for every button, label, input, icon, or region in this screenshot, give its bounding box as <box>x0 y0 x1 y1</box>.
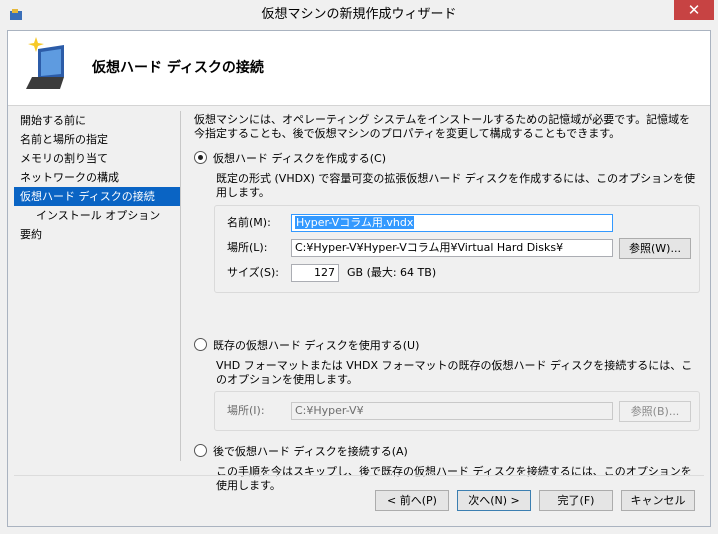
vhd-name-input[interactable]: Hyper-Vコラム用.vhdx <box>291 214 613 232</box>
create-vhd-label: 仮想ハード ディスクを作成する(C) <box>213 152 386 165</box>
nav-step-connect-vhd[interactable]: 仮想ハード ディスクの接続 <box>14 187 180 206</box>
size-label: サイズ(S): <box>227 266 279 279</box>
nav-divider <box>180 111 181 461</box>
radio-unselected-icon[interactable] <box>194 444 207 457</box>
vhd-location-input[interactable]: C:¥Hyper-V¥Hyper-Vコラム用¥Virtual Hard Disk… <box>291 239 613 257</box>
existing-location-label: 場所(I): <box>227 404 265 417</box>
close-button[interactable]: ✕ <box>674 0 714 20</box>
name-label: 名前(M): <box>227 216 271 229</box>
footer-divider <box>14 475 704 476</box>
wizard-body: 仮想ハード ディスクの接続 開始する前に 名前と場所の指定 メモリの割り当て ネ… <box>7 30 711 527</box>
size-unit-label: GB (最大: 64 TB) <box>347 266 437 279</box>
browse-b-button[interactable]: 参照(B)... <box>619 401 691 422</box>
location-label: 場所(L): <box>227 241 268 254</box>
intro-text: 仮想マシンには、オペレーティング システムをインストールするための記憶域が必要で… <box>194 113 691 140</box>
cancel-button[interactable]: キャンセル <box>621 490 695 511</box>
attach-later-label: 後で仮想ハード ディスクを接続する(A) <box>213 445 408 458</box>
nav-step-install-options[interactable]: インストール オプション <box>14 206 180 225</box>
existing-vhd-location-input[interactable]: C:¥Hyper-V¥ <box>291 402 613 420</box>
back-button[interactable]: < 前へ(P) <box>375 490 449 511</box>
nav-step-summary[interactable]: 要約 <box>14 225 180 244</box>
page-title: 仮想ハード ディスクの接続 <box>92 60 264 76</box>
nav-step-name-location[interactable]: 名前と場所の指定 <box>14 130 180 149</box>
next-button[interactable]: 次へ(N) > <box>457 490 531 511</box>
nav-step-memory[interactable]: メモリの割り当て <box>14 149 180 168</box>
browse-w-button[interactable]: 参照(W)... <box>619 238 691 259</box>
attach-later-radio[interactable]: 後で仮想ハード ディスクを接続する(A) <box>194 444 408 460</box>
vhd-size-input[interactable]: 127 <box>291 264 339 282</box>
new-vm-wizard-icon <box>26 37 64 89</box>
finish-button[interactable]: 完了(F) <box>539 490 613 511</box>
create-vhd-group: 名前(M): Hyper-Vコラム用.vhdx 場所(L): C:¥Hyper-… <box>214 205 700 293</box>
nav-step-before-you-begin[interactable]: 開始する前に <box>14 111 180 130</box>
close-icon: ✕ <box>687 1 701 19</box>
create-vhd-description: 既定の形式 (VHDX) で容量可変の拡張仮想ハード ディスクを作成するには、こ… <box>216 172 696 199</box>
use-existing-vhd-description: VHD フォーマットまたは VHDX フォーマットの既存の仮想ハード ディスクを… <box>216 359 693 386</box>
window-title: 仮想マシンの新規作成ウィザード <box>261 7 457 22</box>
attach-later-description: この手順を今はスキップし、後で既存の仮想ハード ディスクを接続するには、このオプ… <box>216 465 692 492</box>
create-vhd-radio[interactable]: 仮想ハード ディスクを作成する(C) <box>194 151 386 167</box>
title-bar: 仮想マシンの新規作成ウィザード ✕ <box>0 0 718 30</box>
radio-unselected-icon[interactable] <box>194 338 207 351</box>
vhd-name-value: Hyper-Vコラム用.vhdx <box>295 216 415 229</box>
wizard-steps-nav: 開始する前に 名前と場所の指定 メモリの割り当て ネットワークの構成 仮想ハード… <box>14 111 180 244</box>
use-existing-vhd-radio[interactable]: 既存の仮想ハード ディスクを使用する(U) <box>194 338 419 354</box>
radio-selected-icon[interactable] <box>194 151 207 164</box>
wizard-header: 仮想ハード ディスクの接続 <box>8 31 710 106</box>
use-existing-vhd-label: 既存の仮想ハード ディスクを使用する(U) <box>213 339 420 352</box>
use-existing-vhd-group: 場所(I): C:¥Hyper-V¥ 参照(B)... <box>214 391 700 431</box>
nav-step-network[interactable]: ネットワークの構成 <box>14 168 180 187</box>
